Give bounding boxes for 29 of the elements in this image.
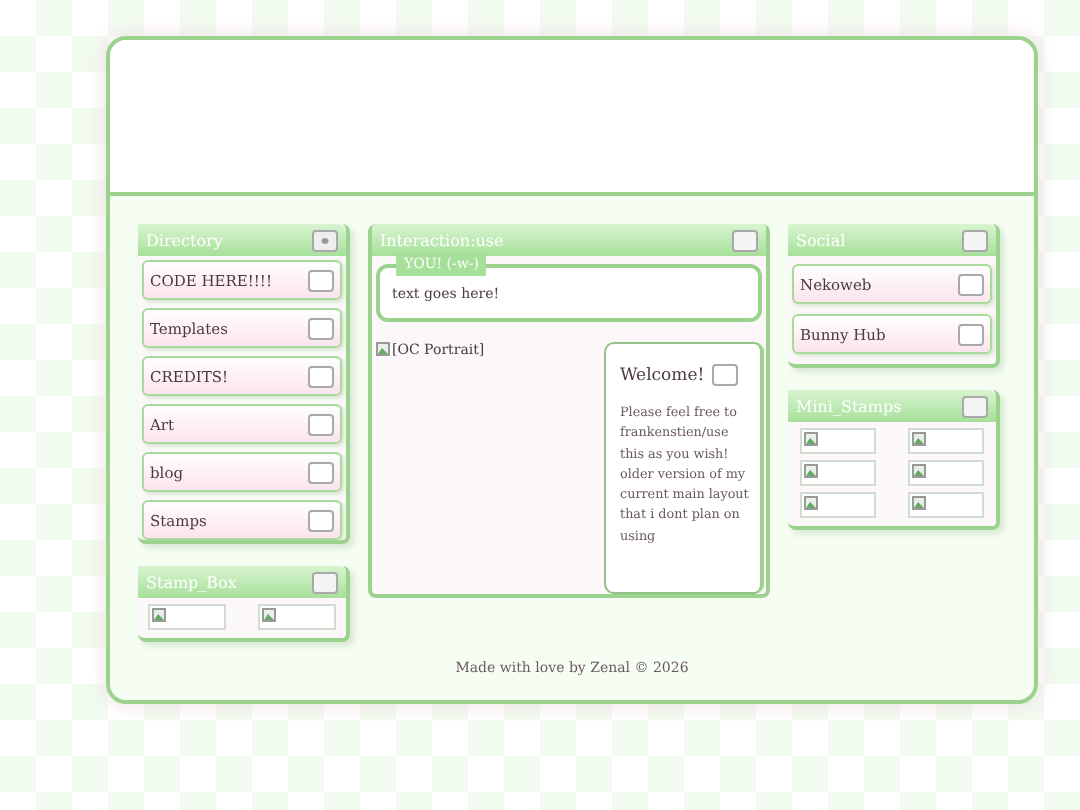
checkbox-icon[interactable] [308, 269, 334, 291]
welcome-title: Welcome! [620, 365, 705, 385]
checkbox-icon[interactable] [308, 317, 334, 339]
checkbox-icon[interactable] [308, 413, 334, 435]
broken-image-icon [258, 604, 336, 630]
panel-title: Directory [146, 231, 223, 249]
toggle-icon[interactable] [962, 229, 988, 251]
toggle-icon[interactable] [312, 229, 338, 251]
broken-image-icon [800, 428, 876, 454]
broken-image-icon [908, 428, 984, 454]
checkbox-icon[interactable] [958, 273, 984, 295]
panel-title: Interaction:use [380, 231, 504, 249]
broken-image-icon [908, 460, 984, 486]
checkbox-icon[interactable] [308, 509, 334, 531]
broken-image-icon [800, 460, 876, 486]
broken-image-icon [800, 492, 876, 518]
checkbox-icon[interactable] [958, 323, 984, 345]
panel-title: Mini_Stamps [796, 397, 902, 415]
checkbox-icon[interactable] [712, 364, 739, 386]
toggle-icon[interactable] [312, 571, 338, 593]
broken-image-icon [908, 492, 984, 518]
checkbox-icon[interactable] [308, 461, 334, 483]
checkbox-icon[interactable] [308, 365, 334, 387]
broken-image-icon [148, 604, 226, 630]
broken-image-icon [376, 342, 390, 356]
panel-title: Social [796, 231, 846, 249]
panel-title: Stamp_Box [146, 573, 237, 591]
toggle-icon[interactable] [732, 229, 758, 251]
toggle-icon[interactable] [962, 395, 988, 417]
